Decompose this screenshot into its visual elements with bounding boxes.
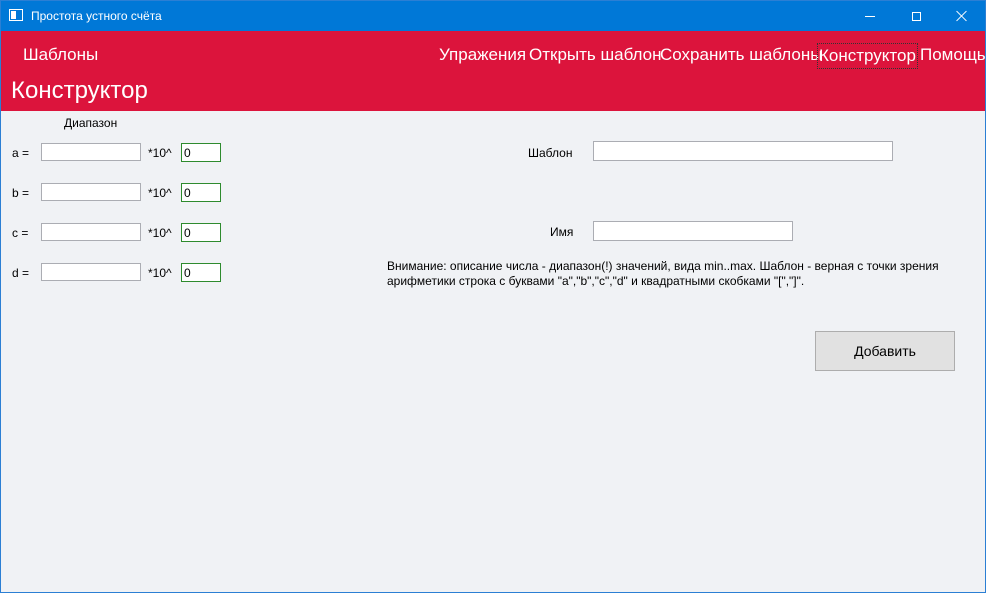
title-bar[interactable]: Простота устного счёта (1, 1, 985, 31)
a-range-input[interactable] (41, 143, 141, 161)
menu-constructor[interactable]: Конструктор (817, 43, 918, 69)
close-button[interactable] (939, 1, 985, 31)
a-exponent-input[interactable] (181, 143, 221, 162)
close-icon (956, 10, 968, 22)
c-range-input[interactable] (41, 223, 141, 241)
row-c-label: c = (12, 226, 29, 240)
row-a-label: a = (12, 146, 30, 160)
row-d-label: d = (12, 266, 30, 280)
menu-exercises[interactable]: Упражения (437, 43, 528, 67)
row-b-label: b = (12, 186, 30, 200)
page-title: Конструктор (11, 77, 148, 104)
format-note: Внимание: описание числа - диапазон(!) з… (387, 259, 939, 288)
d-exponent-input[interactable] (181, 263, 221, 282)
c-exponent-input[interactable] (181, 223, 221, 242)
b-exponent-input[interactable] (181, 183, 221, 202)
menu-save-templates[interactable]: Сохранить шаблоны (658, 43, 824, 67)
name-input[interactable] (593, 221, 793, 241)
maximize-icon (911, 11, 921, 21)
menu-help[interactable]: Помощь (918, 43, 985, 67)
minimize-button[interactable] (847, 1, 893, 31)
window-title: Простота устного счёта (31, 9, 162, 23)
d-range-input[interactable] (41, 263, 141, 281)
add-button[interactable]: Добавить (815, 331, 955, 371)
template-input[interactable] (593, 141, 893, 161)
b-multiplier-label: *10^ (148, 186, 172, 200)
menu-bar: Шаблоны Упражения Открыть шаблон Сохрани… (1, 31, 985, 111)
template-label: Шаблон (528, 146, 573, 160)
d-multiplier-label: *10^ (148, 266, 172, 280)
c-multiplier-label: *10^ (148, 226, 172, 240)
menu-open-template[interactable]: Открыть шаблон (527, 43, 664, 67)
a-multiplier-label: *10^ (148, 146, 172, 160)
minimize-icon (865, 15, 875, 17)
window-app-icon (9, 9, 23, 21)
range-header: Диапазон (64, 116, 118, 130)
app-window: Простота устного счёта Шаблоны Упражения… (0, 0, 986, 593)
b-range-input[interactable] (41, 183, 141, 201)
menu-templates[interactable]: Шаблоны (21, 43, 100, 67)
maximize-button[interactable] (893, 1, 939, 31)
name-label: Имя (550, 225, 574, 239)
